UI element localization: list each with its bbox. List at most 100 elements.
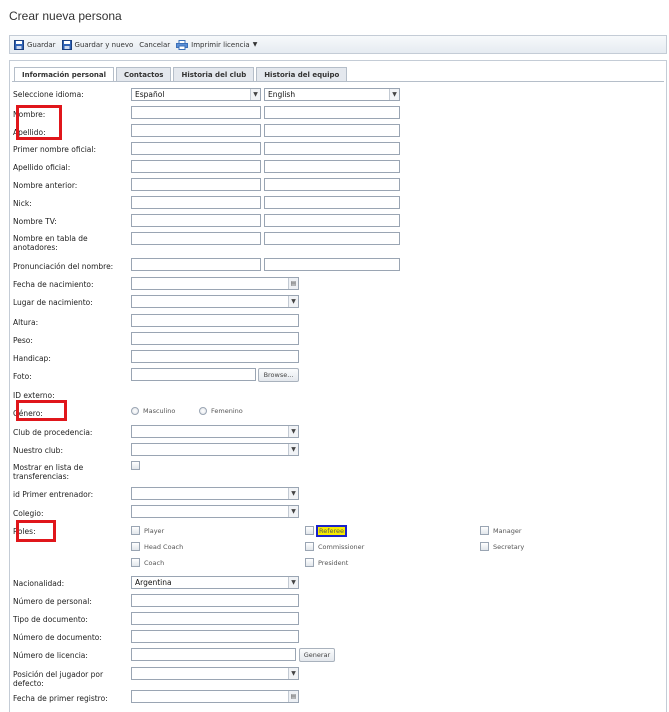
highlight-gender-box	[16, 400, 67, 421]
nationality-label: Nacionalidad:	[13, 579, 65, 588]
default-position-select[interactable]: ▼	[131, 667, 299, 680]
photo-label: Foto:	[13, 372, 32, 381]
role-secretary-checkbox[interactable]	[480, 542, 489, 551]
role-manager-label: Manager	[493, 526, 522, 535]
role-player[interactable]: Player	[131, 526, 164, 535]
generate-button[interactable]: Generar	[299, 648, 335, 662]
chevron-down-icon: ▼	[288, 506, 298, 517]
document-type-label: Tipo de documento:	[13, 615, 88, 624]
language-select-1[interactable]: Español ▼	[131, 88, 261, 101]
head-coach-id-select[interactable]: ▼	[131, 487, 299, 500]
origin-club-select[interactable]: ▼	[131, 425, 299, 438]
floppy-disk-icon	[61, 39, 72, 50]
role-player-checkbox[interactable]	[131, 526, 140, 535]
chevron-down-icon: ▼	[288, 488, 298, 499]
save-and-new-button[interactable]: Guardar y nuevo	[61, 39, 133, 50]
license-number-input[interactable]	[131, 648, 296, 661]
official-first-name-input-en[interactable]	[264, 142, 400, 155]
male-radio[interactable]	[131, 407, 139, 415]
role-manager[interactable]: Manager	[480, 526, 522, 535]
role-commissioner-checkbox[interactable]	[305, 542, 314, 551]
first-name-input-es[interactable]	[131, 106, 261, 119]
role-commissioner[interactable]: Commissioner	[305, 542, 364, 551]
role-secretary[interactable]: Secretary	[480, 542, 524, 551]
document-number-label: Número de documento:	[13, 633, 102, 642]
calendar-icon[interactable]: ▤	[288, 278, 298, 289]
role-coach-checkbox[interactable]	[131, 558, 140, 567]
role-referee-checkbox[interactable]	[305, 526, 314, 535]
transfer-list-checkbox[interactable]	[131, 461, 140, 470]
gender-female-option[interactable]: Femenino	[199, 407, 243, 415]
scoresheet-name-input-es[interactable]	[131, 232, 261, 245]
official-first-name-input-es[interactable]	[131, 142, 261, 155]
language-select-1-value: Español	[135, 90, 165, 99]
official-first-name-label: Primer nombre oficial:	[13, 145, 96, 154]
nick-input-en[interactable]	[264, 196, 400, 209]
role-head-coach[interactable]: Head Coach	[131, 542, 183, 551]
official-last-name-input-en[interactable]	[264, 160, 400, 173]
tab-team-history[interactable]: Historia del equipo	[256, 67, 348, 81]
tv-name-input-es[interactable]	[131, 214, 261, 227]
document-type-input[interactable]	[131, 612, 299, 625]
birth-date-input[interactable]: ▤	[131, 277, 299, 290]
tv-name-input-en[interactable]	[264, 214, 400, 227]
our-club-select[interactable]: ▼	[131, 443, 299, 456]
previous-name-input-en[interactable]	[264, 178, 400, 191]
chevron-down-icon: ▼	[288, 426, 298, 437]
first-registration-date-input[interactable]: ▤	[131, 690, 299, 703]
license-number-label: Número de licencia:	[13, 651, 88, 660]
tab-personal-info[interactable]: Información personal	[14, 67, 114, 82]
chevron-down-icon: ▼	[288, 296, 298, 307]
document-number-input[interactable]	[131, 630, 299, 643]
school-select[interactable]: ▼	[131, 505, 299, 518]
gender-male-option[interactable]: Masculino	[131, 407, 175, 415]
browse-button[interactable]: Browse...	[258, 368, 299, 382]
scoresheet-name-input-en[interactable]	[264, 232, 400, 245]
handicap-input[interactable]	[131, 350, 299, 363]
role-coach[interactable]: Coach	[131, 558, 164, 567]
head-coach-id-label: id Primer entrenador:	[13, 490, 94, 499]
photo-path-input[interactable]	[131, 368, 256, 381]
nick-input-es[interactable]	[131, 196, 261, 209]
role-manager-checkbox[interactable]	[480, 526, 489, 535]
default-position-label: Posición del jugador por defecto:	[13, 670, 104, 688]
cancel-button[interactable]: Cancelar	[139, 41, 170, 49]
male-label: Masculino	[143, 407, 176, 415]
role-president-checkbox[interactable]	[305, 558, 314, 567]
calendar-icon[interactable]: ▤	[288, 691, 298, 702]
role-coach-label: Coach	[144, 558, 165, 567]
handicap-label: Handicap:	[13, 354, 51, 363]
chevron-down-icon[interactable]: ▼	[253, 41, 258, 48]
tab-club-history[interactable]: Historia del club	[173, 67, 255, 81]
pronunciation-input-es[interactable]	[131, 258, 261, 271]
tab-contacts[interactable]: Contactos	[115, 67, 172, 81]
female-radio[interactable]	[199, 407, 207, 415]
tab-divider	[12, 81, 664, 82]
role-head-coach-checkbox[interactable]	[131, 542, 140, 551]
nationality-select[interactable]: Argentina ▼	[131, 576, 299, 589]
chevron-down-icon: ▼	[288, 668, 298, 679]
height-input[interactable]	[131, 314, 299, 327]
printer-icon	[176, 39, 189, 50]
first-name-input-en[interactable]	[264, 106, 400, 119]
previous-name-label: Nombre anterior:	[13, 181, 78, 190]
previous-name-input-es[interactable]	[131, 178, 261, 191]
birth-place-select[interactable]: ▼	[131, 295, 299, 308]
role-referee[interactable]: Referee	[305, 524, 348, 537]
our-club-label: Nuestro club:	[13, 446, 63, 455]
print-license-button[interactable]: Imprimir licencia ▼	[176, 39, 258, 50]
official-last-name-label: Apellido oficial:	[13, 163, 71, 172]
personal-number-input[interactable]	[131, 594, 299, 607]
pronunciation-label: Pronunciación del nombre:	[13, 262, 114, 271]
last-name-input-en[interactable]	[264, 124, 400, 137]
print-license-label: Imprimir licencia	[191, 40, 250, 49]
first-registration-date-label: Fecha de primer registro:	[13, 694, 108, 703]
weight-input[interactable]	[131, 332, 299, 345]
role-president[interactable]: President	[305, 558, 348, 567]
personal-number-label: Número de personal:	[13, 597, 92, 606]
pronunciation-input-en[interactable]	[264, 258, 400, 271]
language-select-2[interactable]: English ▼	[264, 88, 400, 101]
save-button[interactable]: Guardar	[14, 39, 56, 50]
last-name-input-es[interactable]	[131, 124, 261, 137]
official-last-name-input-es[interactable]	[131, 160, 261, 173]
